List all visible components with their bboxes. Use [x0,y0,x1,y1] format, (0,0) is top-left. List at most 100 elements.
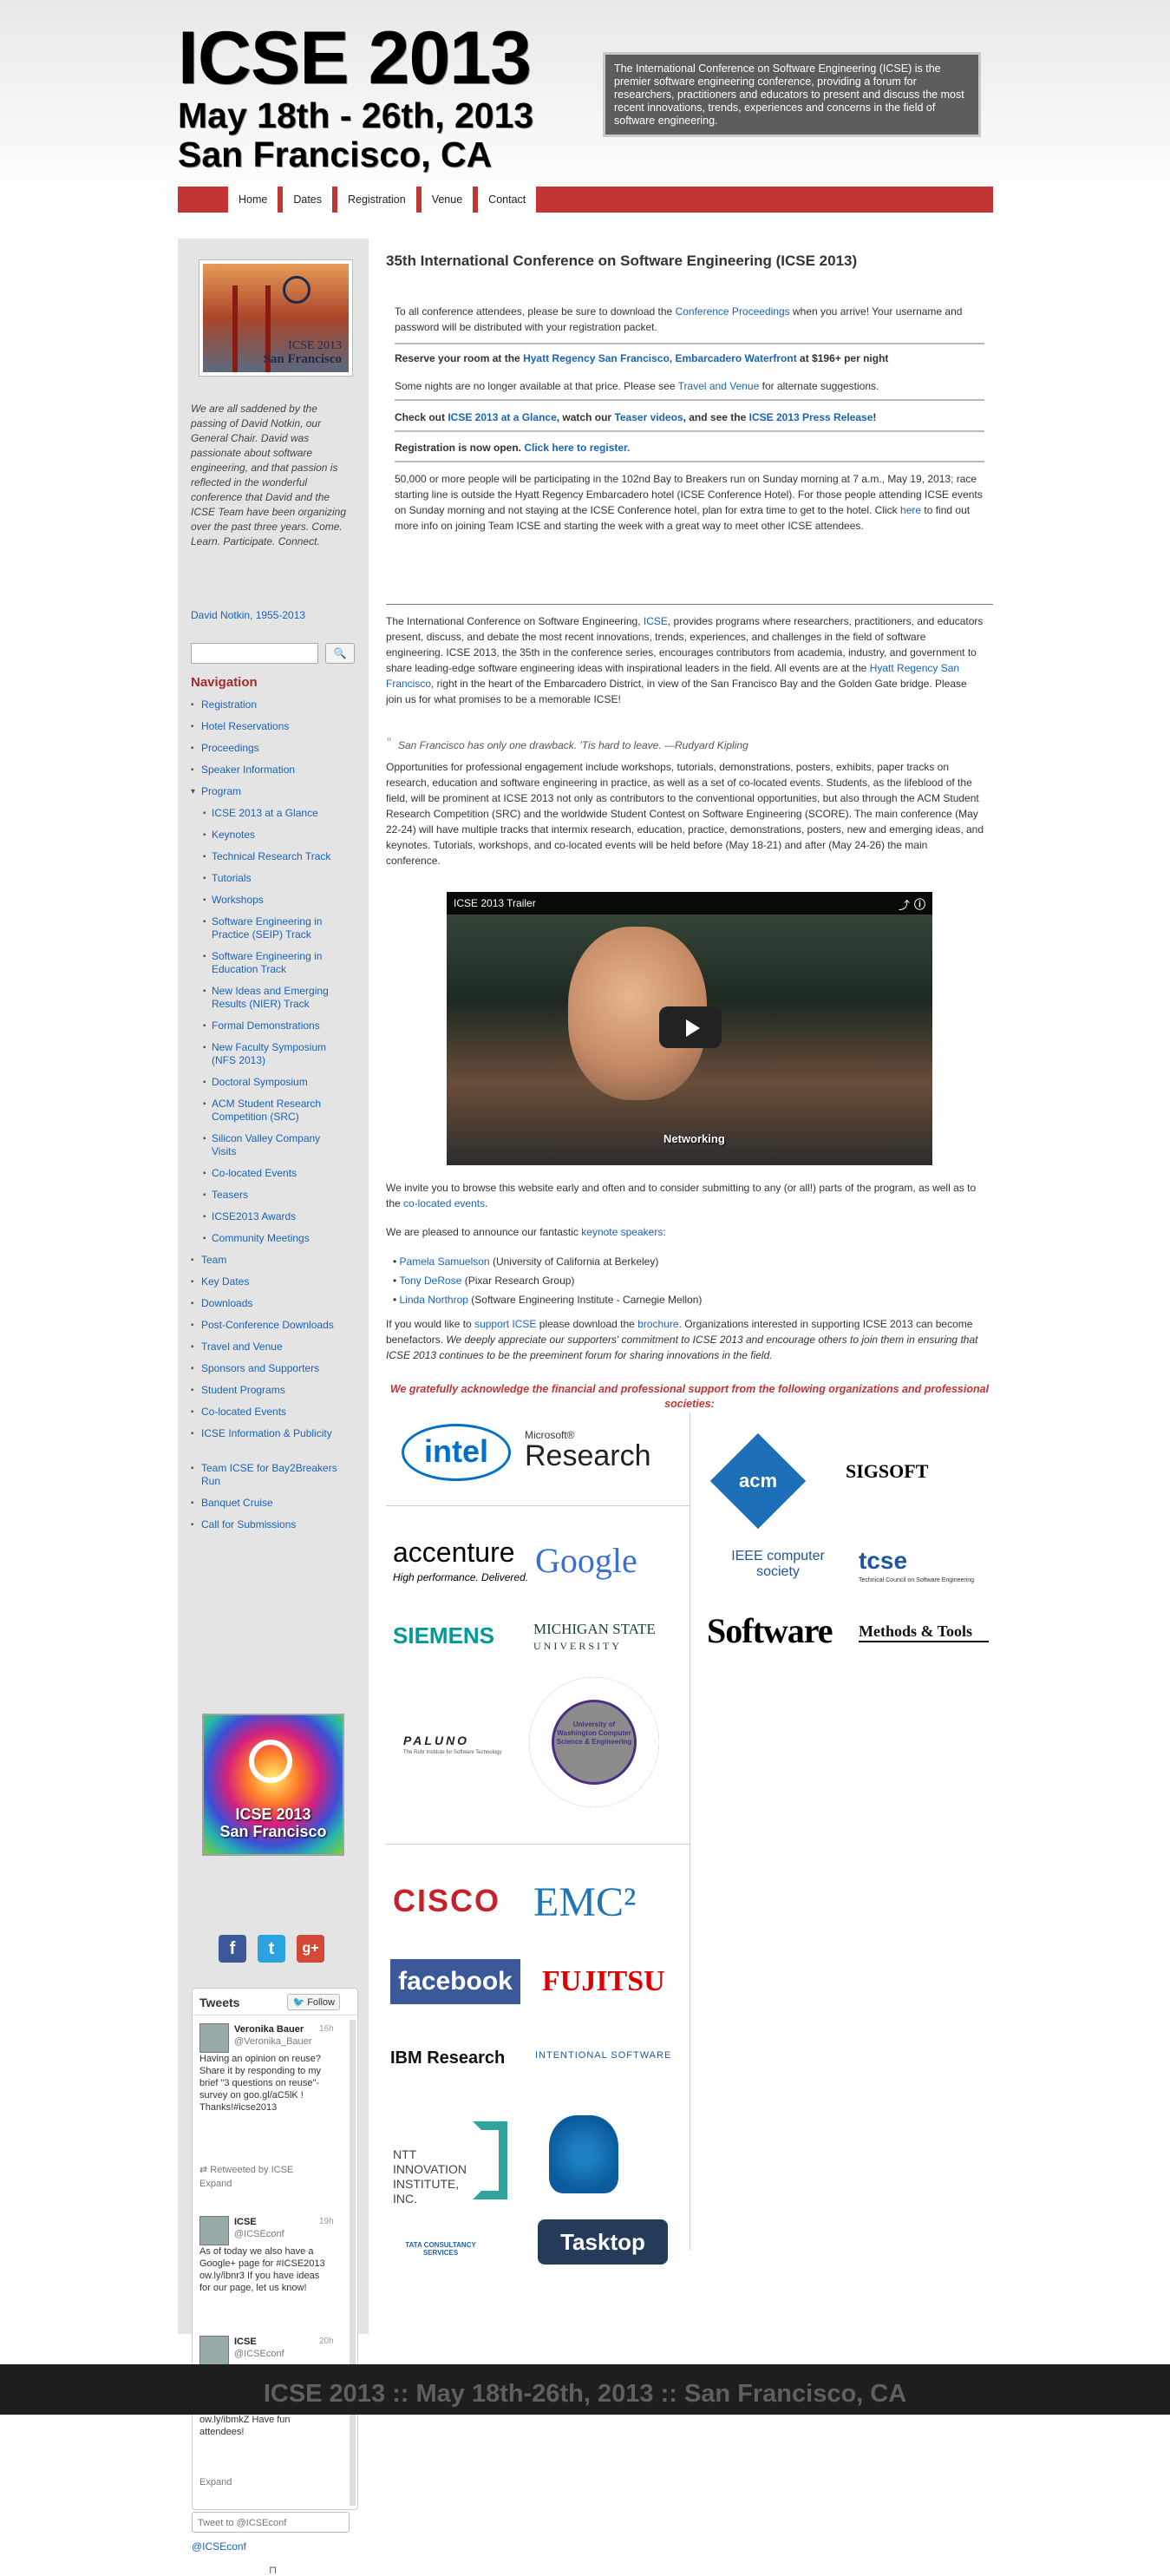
sidebar-nav-label[interactable]: Tutorials [212,872,342,885]
siemens-logo[interactable]: SIEMENS [393,1622,523,1649]
info-icon[interactable]: ⓘ [914,895,925,912]
sidebar-nav-label[interactable]: ACM Student Research Competition (SRC) [212,1098,342,1124]
sidebar-nav-label[interactable]: Silicon Valley Company Visits [212,1132,342,1158]
sidebar-nav-label[interactable]: Downloads [201,1297,252,1310]
accenture-logo[interactable]: accenture [393,1537,532,1569]
ieee-cs-logo[interactable]: IEEE computer society [709,1549,847,1580]
tweet-time[interactable]: 19h [319,2216,334,2228]
brochure-link[interactable]: brochure [637,1318,678,1330]
sea-logo[interactable] [549,2115,618,2193]
tasktop-logo[interactable]: Tasktop [538,2219,668,2265]
paluno-logo[interactable]: PALUNO [403,1734,507,1747]
sidebar-nav-label[interactable]: Student Programs [201,1384,285,1397]
sidebar-nav-label[interactable]: Formal Demonstrations [212,1019,342,1032]
intentional-software-logo[interactable]: INTENTIONAL SOFTWARE [535,2050,683,2061]
site-title[interactable]: ICSE 2013 [178,21,532,95]
sidebar-nav-label[interactable]: Team ICSE for Bay2Breakers Run [201,1462,356,1488]
tweet-expand[interactable]: Expand [199,2178,232,2190]
sidebar-nav-label[interactable]: Doctoral Symposium [212,1076,342,1089]
teaser-link[interactable]: Teaser videos [614,411,683,423]
sidebar-nav-label[interactable]: Travel and Venue [201,1340,283,1354]
tweet-author[interactable]: Veronika Bauer [234,2023,304,2035]
play-button[interactable] [659,1006,722,1048]
register-link[interactable]: Click here to register. [524,442,630,454]
sidebar-nav-label[interactable]: Speaker Information [201,764,295,777]
facebook-icon[interactable]: f [219,1935,246,1963]
tweet-author[interactable]: ICSE [234,2336,257,2348]
sidebar-nav-label[interactable]: Software Engineering in Practice (SEIP) … [212,915,342,941]
tweet-handle[interactable]: @ICSEconf [234,2348,284,2360]
press-release-link[interactable]: ICSE 2013 Press Release [749,411,873,423]
search-input[interactable] [191,643,318,664]
tata-logo[interactable]: TATA CONSULTANCY SERVICES [393,2241,488,2257]
support-link[interactable]: support ICSE [474,1318,536,1330]
sidebar-nav-label[interactable]: Software Engineering in Education Track [212,950,342,976]
sidebar-nav-label[interactable]: Banquet Cruise [201,1497,273,1510]
tweet-author[interactable]: ICSE [234,2216,257,2228]
sidebar-nav-label[interactable]: Program [201,785,241,798]
sidebar-nav-label[interactable]: Keynotes [212,829,342,842]
sidebar-nav-label[interactable]: Registration [201,698,257,711]
glance-link[interactable]: ICSE 2013 at a Glance [448,411,556,423]
icse-logo[interactable]: ICSE 2013 San Francisco [199,260,352,376]
notkin-link[interactable]: David Notkin, 1955-2013 [191,609,305,621]
sidebar-nav-label[interactable]: Co-located Events [212,1167,342,1180]
sidebar-nav-label[interactable]: New Ideas and Emerging Results (NIER) Tr… [212,985,342,1011]
methods-tools-logo[interactable]: Methods & Tools [859,1622,989,1642]
twitter-link[interactable]: @ICSEconf [192,2540,246,2553]
share-icon[interactable]: ⤴ [899,896,910,913]
nav-registration[interactable]: Registration [332,187,416,213]
sidebar-nav-label[interactable]: New Faculty Symposium (NFS 2013) [212,1041,342,1067]
search-button[interactable]: 🔍 [325,643,355,664]
sidebar-nav-label[interactable]: Hotel Reservations [201,720,289,733]
sidebar-nav-label[interactable]: Sponsors and Supporters [201,1362,319,1375]
cisco-logo[interactable]: CISCO [393,1883,523,1919]
msu-logo[interactable]: MICHIGAN STATE [533,1621,672,1638]
google-plus-icon[interactable]: g+ [297,1935,324,1963]
colocated-link[interactable]: co-located events [403,1197,485,1209]
tweet-expand[interactable]: Expand [199,2476,232,2488]
intel-logo[interactable]: intel [402,1424,511,1481]
travel-venue-link[interactable]: Travel and Venue [678,380,760,392]
keynote-link[interactable]: keynote speakers [581,1226,663,1238]
tweet-time[interactable]: 20h [319,2336,334,2348]
nav-contact[interactable]: Contact [473,187,537,213]
avatar[interactable] [199,2336,229,2365]
nav-venue[interactable]: Venue [415,187,474,213]
tweet-compose-input[interactable]: Tweet to @ICSEconf [192,2512,350,2533]
speaker-link[interactable]: Pamela Samuelson [400,1255,490,1268]
sidebar-nav-label[interactable]: Workshops [212,894,342,907]
sidebar-nav-label[interactable]: Post-Conference Downloads [201,1319,334,1332]
sidebar-nav-label[interactable]: Proceedings [201,742,259,755]
nav-home[interactable]: Home [223,187,278,213]
tweets-scrollbar[interactable] [350,2020,356,2506]
hotel-link[interactable]: Hyatt Regency San Francisco, Embarcadero… [523,352,797,364]
sidebar-nav-label[interactable]: Teasers [212,1189,342,1202]
tweet-time[interactable]: 16h [319,2023,334,2035]
video-player[interactable]: ICSE 2013 Trailer ⤴ ⓘ Networking [447,892,932,1165]
twitter-icon[interactable]: t [258,1935,285,1963]
nav-dates[interactable]: Dates [278,187,332,213]
avatar[interactable] [199,2023,229,2053]
sidebar-nav-label[interactable]: Community Meetings [212,1232,342,1245]
sidebar-nav-label[interactable]: Key Dates [201,1275,249,1288]
proceedings-link[interactable]: Conference Proceedings [676,305,790,318]
facebook-logo[interactable]: facebook [390,1959,520,2004]
follow-button[interactable]: 🐦 Follow [287,1994,340,2010]
b2b-link[interactable]: here [900,504,921,516]
ibm-research-logo[interactable]: IBM Research [390,2048,529,2068]
sigsoft-logo[interactable]: SIGSOFT [846,1460,976,1483]
google-logo[interactable]: Google [535,1540,665,1581]
tweet-handle[interactable]: @ICSEconf [234,2228,284,2240]
ieee-software-logo[interactable]: Software [707,1610,837,1651]
tweet[interactable]: ICSE @ICSEconf 20h ICSE Workshop today: … [199,2336,334,2501]
acm-logo[interactable]: acm [709,1432,807,1530]
tweet-handle[interactable]: @Veronika_Bauer [234,2035,311,2048]
speaker-link[interactable]: Linda Northrop [400,1294,468,1306]
tweet[interactable]: Veronika Bauer @Veronika_Bauer 16h Havin… [199,2023,334,2197]
sidebar-nav-label[interactable]: Call for Submissions [201,1518,296,1531]
speaker-link[interactable]: Tony DeRose [399,1275,461,1287]
fujitsu-logo[interactable]: FUJITSU [542,1965,672,1998]
avatar[interactable] [199,2216,229,2245]
emc-logo[interactable]: EMC² [533,1878,672,1926]
